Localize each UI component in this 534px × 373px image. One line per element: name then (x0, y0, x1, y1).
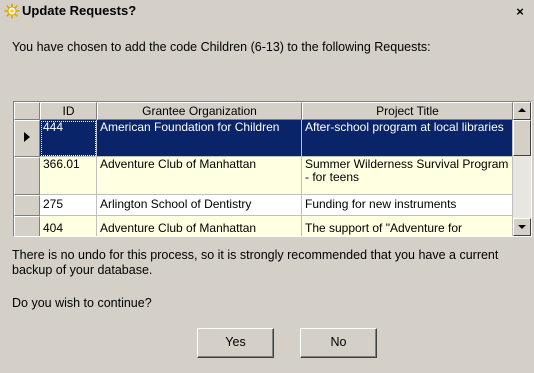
vertical-scrollbar[interactable] (513, 102, 531, 236)
scroll-up-button[interactable] (513, 102, 531, 120)
row-selector[interactable] (14, 120, 40, 157)
cell-id[interactable]: 404 (40, 216, 97, 236)
no-button[interactable]: No (300, 328, 377, 358)
arrow-down-icon (518, 225, 526, 229)
arrow-up-icon (518, 108, 526, 112)
window-title: Update Requests? (22, 3, 137, 18)
current-row-arrow-icon (24, 132, 30, 142)
close-button[interactable]: × (512, 4, 528, 20)
update-requests-dialog: Update Requests? × You have chosen to ad… (0, 0, 534, 373)
column-header-grantee-organization[interactable]: Grantee Organization (97, 102, 302, 120)
row-selector[interactable] (14, 216, 40, 236)
column-header-id[interactable]: ID (40, 102, 97, 120)
column-header-project-title[interactable]: Project Title (302, 102, 513, 120)
requests-grid[interactable]: ID Grantee Organization Project Title 44… (13, 101, 532, 237)
cell-project-title[interactable]: The support of "Adventure for (302, 216, 513, 236)
title-bar[interactable]: Update Requests? × (0, 0, 534, 23)
row-selector[interactable] (14, 195, 40, 216)
row-selector[interactable] (14, 157, 40, 195)
cell-project-title[interactable]: After-school program at local libraries (302, 120, 513, 157)
scroll-down-button[interactable] (513, 218, 531, 236)
cell-grantee-organization[interactable]: Adventure Club of Manhattan (97, 157, 302, 195)
cell-project-title[interactable]: Funding for new instruments (302, 195, 513, 216)
cell-id[interactable]: 444 (40, 120, 97, 157)
scroll-thumb[interactable] (513, 120, 531, 156)
cell-grantee-organization[interactable]: Arlington School of Dentistry (97, 195, 302, 216)
info-message: You have chosen to add the code Children… (12, 40, 431, 54)
cell-id[interactable]: 366.01 (40, 157, 97, 195)
cell-id[interactable]: 275 (40, 195, 97, 216)
yes-button[interactable]: Yes (197, 328, 274, 358)
confirmation-question: Do you wish to continue? (12, 296, 152, 310)
cell-grantee-organization[interactable]: Adventure Club of Manhattan (97, 216, 302, 236)
cell-grantee-organization[interactable]: American Foundation for Children (97, 120, 302, 157)
row-selector-header (14, 102, 40, 120)
sun-app-icon (4, 3, 20, 19)
warning-message: There is no undo for this process, so it… (12, 248, 499, 277)
cell-project-title[interactable]: Summer Wilderness Survival Program - for… (302, 157, 513, 195)
